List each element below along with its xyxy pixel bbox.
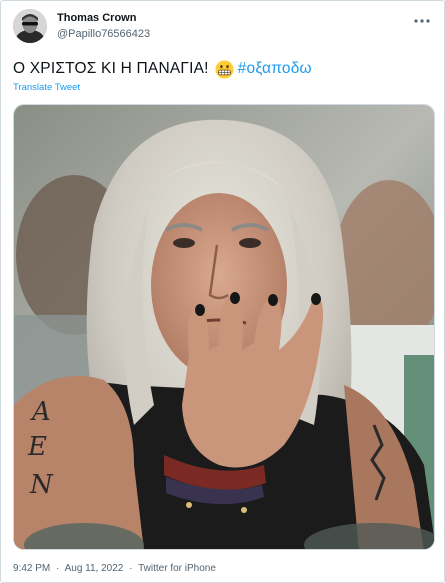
tweet-body-text: Ο ΧΡΙΣΤΟΣ ΚΙ Η ΠΑΝΑΓΙΑ!: [13, 60, 209, 77]
tweet-timestamp: 9:42 PM · Aug 11, 2022 · Twitter for iPh…: [13, 563, 216, 574]
tweet-photo[interactable]: A E N: [13, 104, 435, 550]
tweet-card: Thomas Crown @Papillo76566423 Ο ΧΡΙΣΤΟΣ …: [0, 0, 445, 583]
tweet-source[interactable]: Twitter for iPhone: [138, 563, 216, 574]
avatar[interactable]: [13, 9, 47, 43]
tweet-header: Thomas Crown @Papillo76566423: [13, 9, 150, 43]
grimacing-face-icon: [215, 59, 234, 79]
user-handle[interactable]: @Papillo76566423: [57, 26, 150, 42]
photo-illustration: A E N: [14, 105, 434, 549]
author-names: Thomas Crown @Papillo76566423: [57, 10, 150, 42]
translate-tweet-link[interactable]: Translate Tweet: [13, 82, 80, 93]
tweet-time[interactable]: 9:42 PM: [13, 563, 50, 574]
more-options-icon[interactable]: [414, 11, 430, 27]
hashtag-link[interactable]: #οξαποδω: [238, 59, 312, 79]
tattoo-letter-n: N: [29, 470, 54, 500]
tattoo-letter-a: A: [30, 397, 51, 427]
tweet-date[interactable]: Aug 11, 2022: [65, 563, 124, 574]
separator: ·: [56, 563, 60, 574]
tweet-text: Ο ΧΡΙΣΤΟΣ ΚΙ Η ΠΑΝΑΓΙΑ! #οξαποδω: [13, 59, 312, 79]
tattoo-letter-e: E: [27, 432, 47, 462]
separator: ·: [129, 563, 133, 574]
display-name[interactable]: Thomas Crown: [57, 10, 150, 26]
